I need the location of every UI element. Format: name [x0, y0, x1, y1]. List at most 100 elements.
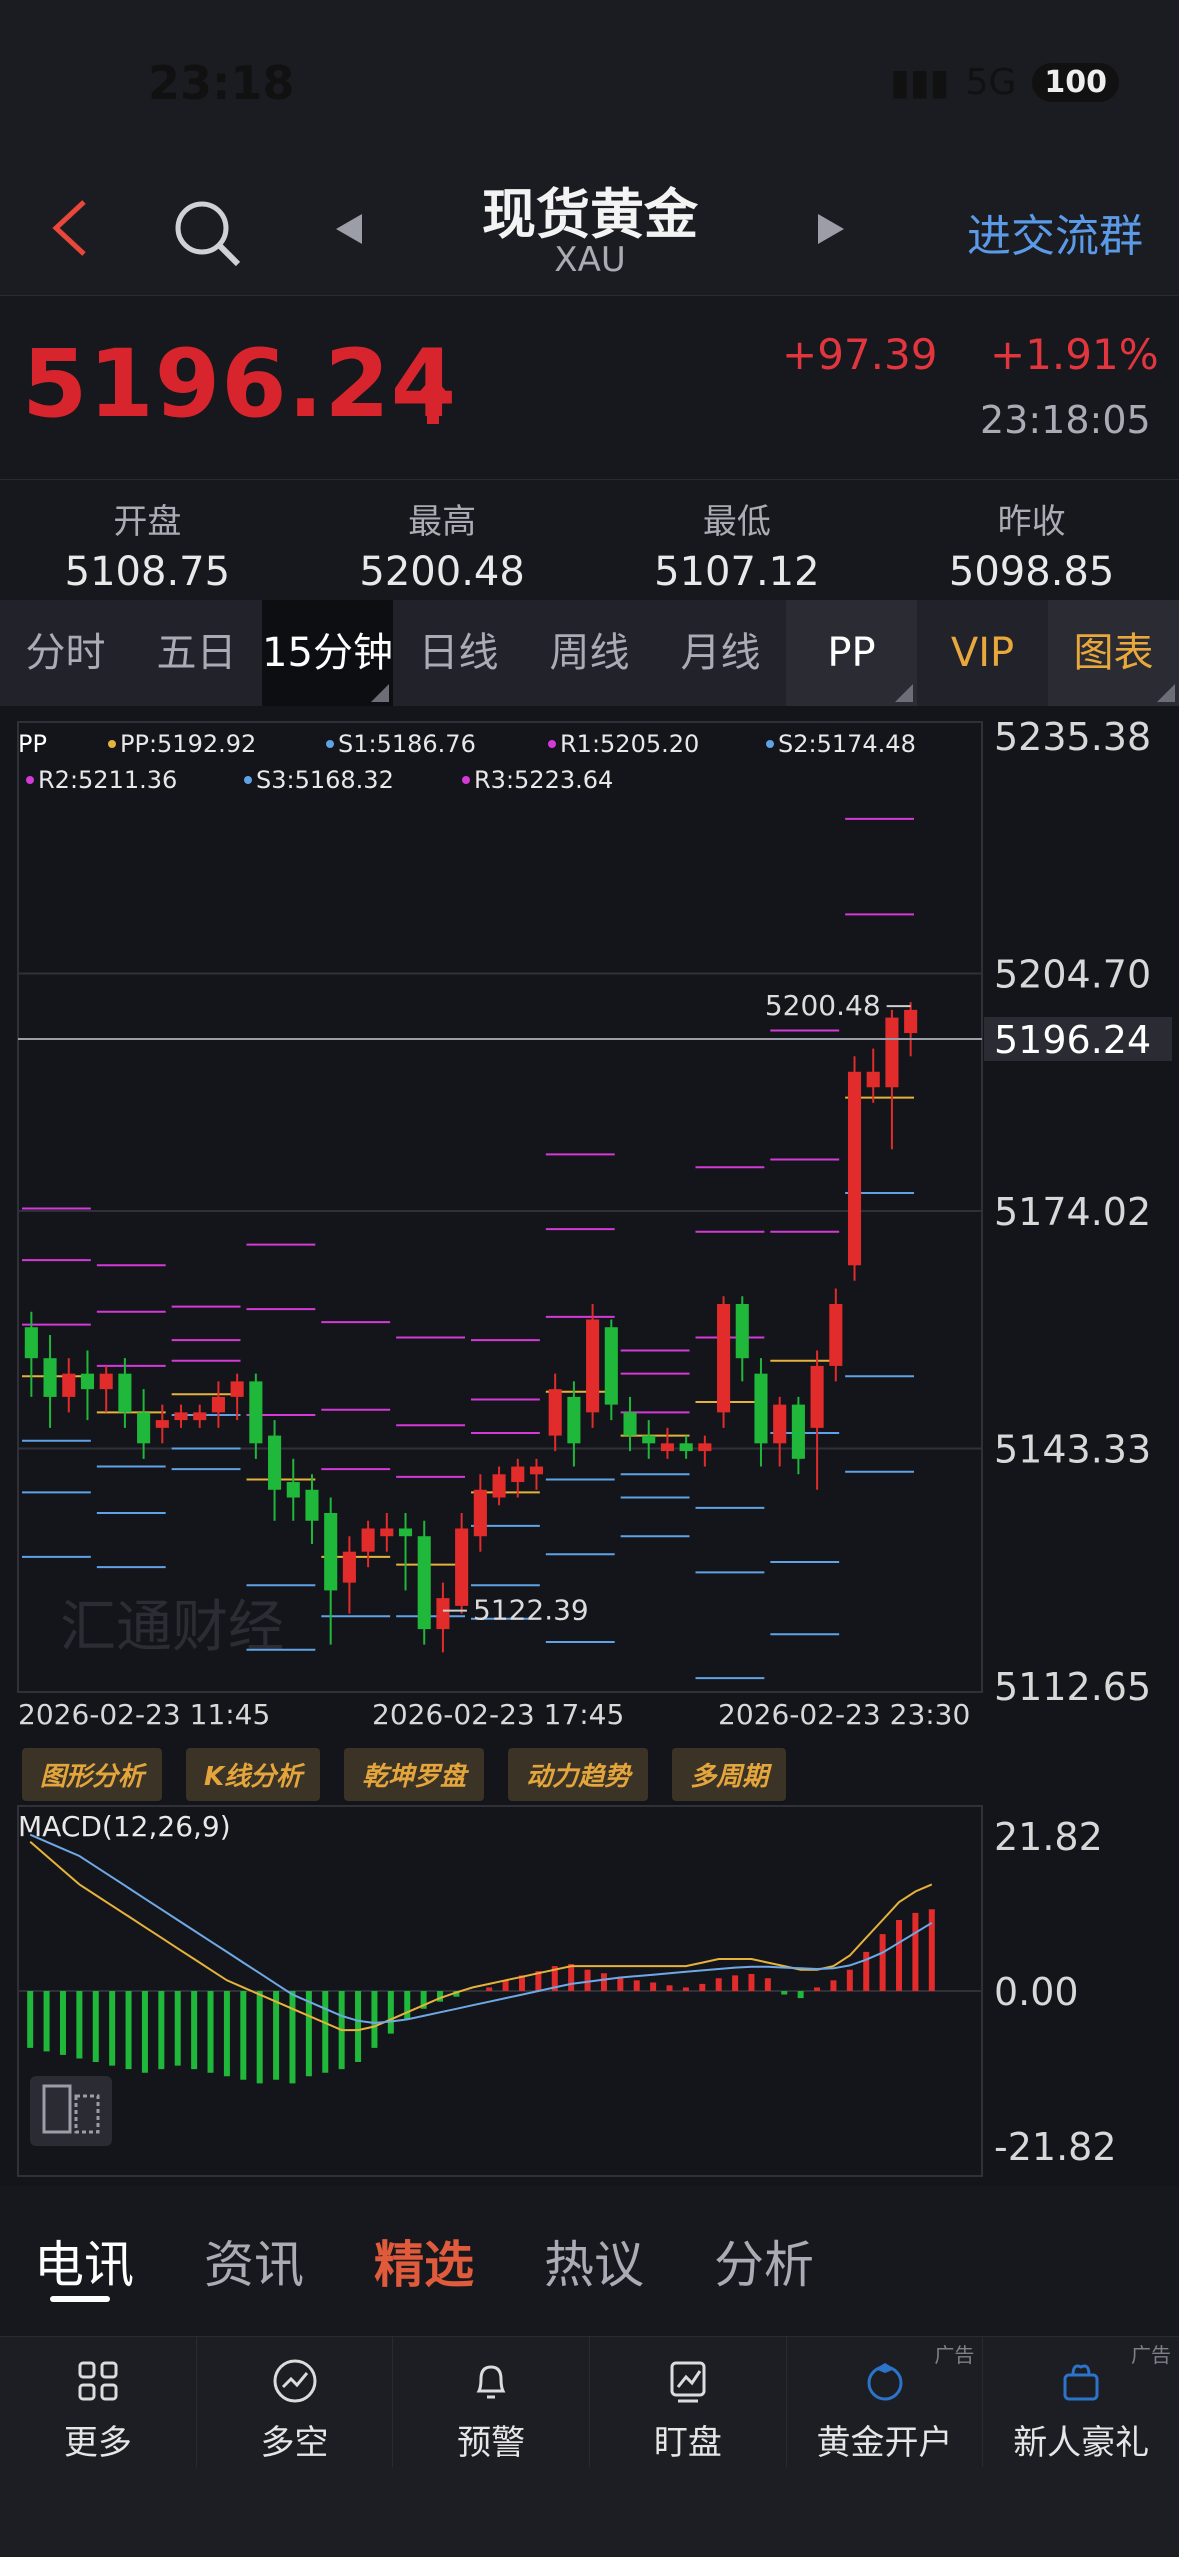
new-user-gift-button[interactable]: 广告 新人豪礼	[983, 2337, 1179, 2467]
candle-body	[548, 1389, 562, 1436]
tab-weekly[interactable]: 周线	[524, 600, 655, 706]
candle-body	[62, 1373, 76, 1397]
gridlines	[18, 972, 982, 1450]
candle-body	[885, 1017, 899, 1088]
watch-label: 盯盘	[653, 2423, 722, 2463]
prev-arrow-icon[interactable]	[336, 214, 362, 244]
last-price-label: 5196.24	[994, 1018, 1151, 1062]
macd-y-tick: 21.82	[994, 1815, 1103, 1859]
candle-body	[679, 1443, 693, 1452]
candle-body	[268, 1435, 282, 1490]
candle-body	[492, 1474, 506, 1498]
price-change-pct: +1.91%	[990, 330, 1159, 379]
next-arrow-icon[interactable]	[818, 214, 844, 244]
candle-body	[754, 1373, 768, 1444]
candle-body	[305, 1489, 319, 1521]
tab-five-day[interactable]: 五日	[131, 600, 262, 706]
legend-dot-r3	[462, 776, 470, 784]
candle-body	[567, 1396, 581, 1444]
candle-body	[511, 1466, 525, 1483]
monitor-icon	[670, 2361, 706, 2403]
x-axis-labels: 2026-02-23 11:45 2026-02-23 17:45 2026-02-…	[18, 1698, 970, 1731]
tab-vip[interactable]: VIP	[917, 600, 1048, 706]
join-group-link[interactable]: 进交流群	[967, 200, 1143, 264]
y-tick-label: 5143.33	[994, 1428, 1151, 1472]
long-short-label: 多空	[260, 2423, 329, 2463]
macd-y-ticks: 21.82 0.00 -21.82	[994, 1815, 1117, 2169]
stat-high: 最高 5200.48	[359, 502, 525, 595]
legend-r3: R3:5223.64	[474, 766, 613, 794]
low-label: 5122.39	[473, 1594, 589, 1627]
kline-chart[interactable]: 汇通财经 PP PP:5192.92 S1:5186.76 R1:5205.20…	[0, 706, 1179, 2186]
more-button[interactable]: 更多	[0, 2337, 197, 2467]
pattern-analysis-button[interactable]: 图形分析	[22, 1748, 163, 1801]
legend-s1: S1:5186.76	[338, 730, 476, 758]
compass-button[interactable]: 乾坤罗盘	[344, 1748, 485, 1801]
multi-period-button[interactable]: 多周期	[672, 1748, 787, 1801]
candle-body	[473, 1489, 487, 1537]
tab-15min-label: 15分钟	[262, 630, 393, 676]
candle-body	[455, 1528, 469, 1606]
tab-timeshare[interactable]: 分时	[0, 600, 131, 706]
candle-body	[604, 1327, 618, 1405]
long-short-button[interactable]: 多空	[197, 2337, 394, 2467]
candle-body	[230, 1381, 244, 1397]
tab-corner-indicator	[895, 684, 913, 702]
tab-chart[interactable]: 图表	[1048, 600, 1179, 706]
network-label: 5G	[965, 62, 1017, 103]
tab-discussion[interactable]: 热议	[544, 2225, 644, 2297]
candle-body	[791, 1404, 805, 1459]
tab-pp-label: PP	[827, 630, 876, 676]
candle-body	[660, 1443, 674, 1452]
candles	[24, 1002, 918, 1653]
high-label: 5200.48	[765, 989, 881, 1022]
candle-body	[286, 1482, 300, 1498]
candle-body	[193, 1412, 207, 1421]
up-arrow-icon	[416, 376, 450, 424]
tab-daily[interactable]: 日线	[393, 600, 524, 706]
tab-15min[interactable]: 15分钟	[262, 600, 393, 706]
candle-body	[810, 1365, 824, 1428]
watch-button[interactable]: 盯盘	[590, 2337, 787, 2467]
search-icon[interactable]	[170, 196, 242, 268]
candle-body	[99, 1373, 113, 1390]
candle-body	[436, 1598, 450, 1630]
tab-featured[interactable]: 精选	[374, 2225, 474, 2297]
tab-analysis[interactable]: 分析	[714, 2225, 814, 2297]
status-indicators: ▮▮▮ 5G 100	[890, 62, 1119, 103]
legend-r2: R2:5211.36	[38, 766, 177, 794]
gold-account-label: 黄金开户	[816, 2423, 953, 2463]
kline-analysis-button[interactable]: K线分析	[186, 1748, 321, 1801]
candle-body	[529, 1466, 544, 1475]
more-label: 更多	[63, 2423, 132, 2463]
back-icon[interactable]	[50, 198, 90, 258]
alert-label: 预警	[457, 2423, 526, 2463]
macd-y-tick: 0.00	[994, 1970, 1079, 2014]
legend-dot-s1	[326, 740, 334, 748]
tab-pp[interactable]: PP	[786, 600, 917, 706]
macd-chart	[18, 1833, 982, 2084]
gift-icon	[1063, 2364, 1099, 2401]
momentum-trend-button[interactable]: 动力趋势	[508, 1748, 649, 1801]
candle-body	[698, 1443, 712, 1452]
x-axis-label: 2026-02-23 17:45	[372, 1698, 624, 1731]
gold-account-button[interactable]: 广告 黄金开户	[787, 2337, 984, 2467]
candle-body	[380, 1528, 394, 1537]
stat-low: 最低 5107.12	[654, 502, 820, 595]
alert-button[interactable]: 预警	[393, 2337, 591, 2467]
legend-dot-pp	[108, 740, 116, 748]
y-tick-label: 5174.02	[994, 1190, 1151, 1234]
battery-icon: 100	[1032, 63, 1119, 102]
tab-news[interactable]: 资讯	[204, 2225, 304, 2297]
candle-body	[717, 1304, 731, 1413]
tab-monthly[interactable]: 月线	[655, 600, 786, 706]
candle-body	[417, 1536, 431, 1630]
tab-flash[interactable]: 电讯	[34, 2225, 134, 2297]
stats-row: 开盘 5108.75 最高 5200.48 最低 5107.12 昨收 5098.85	[0, 480, 1179, 600]
tab-corner-indicator	[371, 684, 389, 702]
x-axis-label: 2026-02-23 11:45	[18, 1698, 270, 1731]
stat-open: 开盘 5108.75	[64, 502, 231, 595]
legend-pp: PP:5192.92	[120, 730, 256, 758]
tab-corner-indicator	[1157, 684, 1175, 702]
layout-toggle-icon[interactable]	[30, 2076, 112, 2146]
